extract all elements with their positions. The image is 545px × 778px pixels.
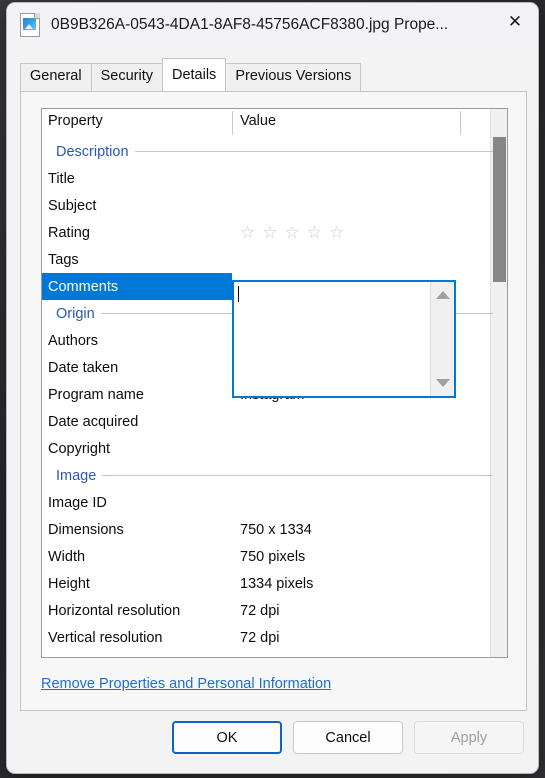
apply-button: Apply [414,721,524,754]
tab-security[interactable]: Security [90,63,163,91]
property-name: Tags [48,251,79,268]
property-name: Height [48,575,90,592]
tab-general[interactable]: General [20,63,92,91]
property-value: 750 x 1334 [240,521,312,538]
property-row[interactable]: Horizontal resolution 72 dpi [42,597,507,624]
property-row[interactable]: Rating ☆ ☆ ☆ ☆ ☆ [42,219,507,246]
property-row[interactable]: Date acquired [42,408,507,435]
property-name: Title [48,170,75,187]
property-name: Comments [48,278,119,295]
comments-scrollbar[interactable] [430,282,454,396]
cancel-button[interactable]: Cancel [293,721,403,754]
property-value: 72 dpi [240,629,280,646]
window-title: 0B9B326A-0543-4DA1-8AF8-45756ACF8380.jpg… [51,16,449,33]
property-name: Date acquired [48,413,139,430]
comments-edit-box[interactable] [232,280,456,398]
tab-details[interactable]: Details [161,58,227,91]
tab-previous-versions[interactable]: Previous Versions [225,63,362,91]
property-row[interactable]: Dimensions 750 x 1334 [42,516,507,543]
close-icon[interactable]: ✕ [492,3,538,39]
property-list-header: Property Value [42,109,507,138]
property-row[interactable]: Height 1334 pixels [42,570,507,597]
column-header-value: Value [240,113,277,129]
details-tab-page: Property Value Description Title Subject Ra… [20,91,527,711]
star-icon[interactable]: ☆ [262,224,277,241]
star-icon[interactable]: ☆ [329,224,344,241]
scroll-down-arrow-icon[interactable] [435,379,450,387]
properties-dialog: 0B9B326A-0543-4DA1-8AF8-45756ACF8380.jpg… [6,2,539,774]
section-label: Description [56,143,135,160]
star-icon[interactable]: ☆ [285,224,300,241]
property-row[interactable]: Tags [42,246,507,273]
section-header-description: Description [42,138,507,165]
property-name: Date taken [48,359,119,376]
column-header-property: Property [48,113,103,129]
title-bar: 0B9B326A-0543-4DA1-8AF8-45756ACF8380.jpg… [7,3,538,47]
property-list[interactable]: Property Value Description Title Subject Ra… [41,108,508,658]
section-label: Origin [56,305,101,322]
text-caret [238,286,239,302]
property-name: Copyright [48,440,111,457]
property-row[interactable]: Comments [42,273,232,300]
section-header-image: Image [42,462,507,489]
property-row[interactable]: Width 750 pixels [42,543,507,570]
rating-stars[interactable]: ☆ ☆ ☆ ☆ ☆ [240,224,344,241]
property-name: Image ID [48,494,107,511]
property-name: Dimensions [48,521,124,538]
property-value: 72 dpi [240,602,280,619]
property-row[interactable]: Image ID [42,489,507,516]
section-label: Image [56,467,103,484]
property-name: Rating [48,224,90,241]
property-row[interactable]: Subject [42,192,507,219]
property-value: 750 pixels [240,548,306,565]
property-name: Width [48,548,86,565]
ok-button[interactable]: OK [172,721,282,754]
tab-strip: General Security Details Previous Versio… [7,47,538,91]
property-row[interactable]: Copyright [42,435,507,462]
star-icon[interactable]: ☆ [240,224,255,241]
remove-properties-link[interactable]: Remove Properties and Personal Informati… [41,676,331,692]
section-divider [56,475,493,476]
property-name: Vertical resolution [48,629,163,646]
scroll-up-arrow-icon[interactable] [435,291,450,299]
scrollbar-thumb[interactable] [493,137,506,282]
image-file-icon [20,13,40,37]
property-row[interactable]: Vertical resolution 72 dpi [42,624,507,651]
property-list-scrollbar[interactable] [490,109,507,657]
property-name: Subject [48,197,97,214]
property-name: Program name [48,386,144,403]
property-name: Authors [48,332,98,349]
dialog-footer: OK Cancel Apply [7,721,538,773]
property-row[interactable]: Title [42,165,507,192]
property-value: 1334 pixels [240,575,314,592]
star-icon[interactable]: ☆ [307,224,322,241]
property-name: Horizontal resolution [48,602,181,619]
